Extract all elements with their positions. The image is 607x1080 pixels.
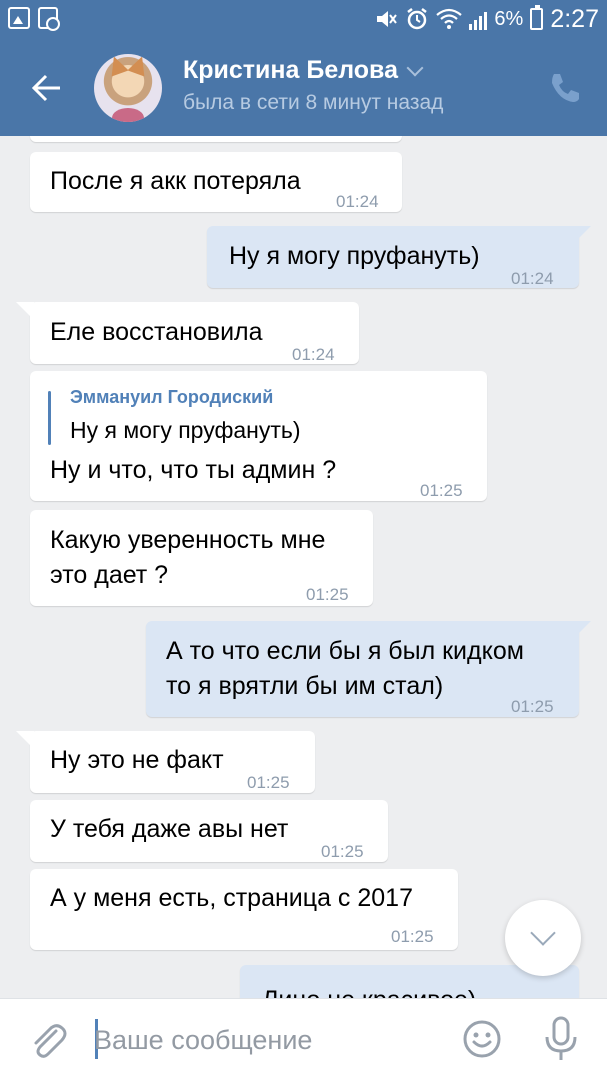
signal-strength-icon <box>469 8 488 30</box>
message-bubble[interactable]: А то что если бы я был кидком то я врятл… <box>146 621 591 717</box>
message-bubble[interactable]: А у меня есть, страница с 2017 01:25 <box>30 869 458 950</box>
call-button[interactable] <box>545 68 585 108</box>
wifi-icon <box>436 8 463 29</box>
microphone-button[interactable] <box>541 1015 581 1063</box>
message-composer <box>0 998 607 1080</box>
alarm-icon <box>407 8 428 30</box>
message-bubble[interactable]: После я акк потеряла 01:24 <box>30 152 402 212</box>
reply-message-bubble[interactable]: Эммануил Городиский Ну я могу пруфануть)… <box>30 371 487 501</box>
message-time: 01:25 <box>391 927 434 946</box>
message-input[interactable] <box>94 1017 434 1063</box>
message-text: Лицо не красивое) <box>262 983 476 998</box>
message-text-line: это дает ? <box>50 561 169 589</box>
avatar[interactable] <box>94 54 162 122</box>
message-time: 01:25 <box>321 842 364 861</box>
quote-author[interactable]: Эммануил Городиский <box>70 385 273 409</box>
message-bubble[interactable]: Еле восстановила 01:24 <box>16 302 359 364</box>
message-time: 01:25 <box>511 697 554 716</box>
chevron-down-icon[interactable] <box>406 59 424 77</box>
message-text: А у меня есть, страница с 2017 <box>50 884 413 912</box>
battery-percent: 6% <box>494 8 524 30</box>
message-bubble[interactable]: Ну это не факт 01:25 <box>16 731 315 793</box>
message-text: После я акк потеряла <box>50 167 301 195</box>
quote-text: Ну я могу пруфануть) <box>70 417 301 443</box>
arrow-left-icon <box>31 74 60 102</box>
mute-icon <box>377 11 398 27</box>
message-text: Еле восстановила <box>50 318 263 346</box>
microphone-icon <box>545 1016 577 1060</box>
phone-icon <box>552 74 579 102</box>
gallery-notification-icon <box>8 7 30 29</box>
status-bar: 6% 2:27 <box>0 0 607 40</box>
contact-name[interactable]: Кристина Белова <box>183 56 398 85</box>
message-bubble[interactable]: У тебя даже авы нет 01:25 <box>30 800 388 862</box>
message-bubble[interactable]: Ну я могу пруфануть) 01:24 <box>207 226 591 288</box>
message-text: Ну это не факт <box>50 746 224 774</box>
emoji-button[interactable] <box>462 1019 502 1059</box>
paperclip-icon <box>34 1024 67 1058</box>
message-time: 01:24 <box>292 345 335 364</box>
chevron-down-icon <box>530 920 556 946</box>
message-bubble[interactable]: Какую уверенность мне это дает ? 01:25 <box>30 510 373 606</box>
smiley-icon <box>463 1020 501 1058</box>
file-notification-icon <box>38 7 60 31</box>
message-text-line: то я врятли бы им стал) <box>166 672 444 700</box>
message-bubble-partial <box>30 136 402 142</box>
message-text: У тебя даже авы нет <box>50 815 289 843</box>
message-text-line: Какую уверенность мне <box>50 526 326 554</box>
message-time: 01:25 <box>306 585 349 604</box>
back-button[interactable] <box>22 66 72 110</box>
message-text: Ну и что, что ты админ ? <box>50 456 337 484</box>
quote-bar <box>48 391 51 445</box>
message-time: 01:24 <box>336 192 379 211</box>
chat-header: Кристина Белова была в сети 8 минут наза… <box>0 40 607 136</box>
message-text-line: А то что если бы я был кидком <box>166 637 524 665</box>
message-time: 01:25 <box>420 481 463 500</box>
clock: 2:27 <box>550 4 599 33</box>
message-list[interactable]: После я акк потеряла 01:24 Ну я могу пру… <box>0 136 607 998</box>
message-text: Ну я могу пруфануть) <box>229 242 480 270</box>
contact-status: была в сети 8 минут назад <box>183 91 444 114</box>
scroll-down-button[interactable] <box>505 900 581 976</box>
attach-button[interactable] <box>26 1019 70 1063</box>
message-time: 01:24 <box>511 269 554 288</box>
message-time: 01:25 <box>247 773 290 792</box>
battery-icon <box>530 5 544 30</box>
